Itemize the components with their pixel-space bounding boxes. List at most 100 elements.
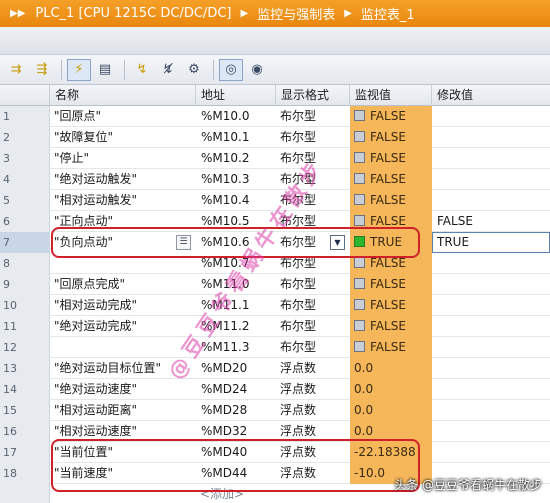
display-format-cell[interactable]: 浮点数	[276, 400, 350, 421]
modify-value-cell[interactable]	[432, 169, 550, 190]
table-row[interactable]: 14 "绝对运动速度" %MD24 浮点数 0.0	[0, 379, 550, 400]
address-cell[interactable]: %MD28	[196, 400, 276, 421]
row-number: 14	[0, 379, 50, 400]
table-row[interactable]: 13 "绝对运动目标位置" %MD20 浮点数 0.0	[0, 358, 550, 379]
column-header-address[interactable]: 地址	[196, 85, 276, 106]
display-format-cell[interactable]: 浮点数	[276, 442, 350, 463]
modify-value-cell[interactable]	[432, 127, 550, 148]
address-cell[interactable]: %MD32	[196, 421, 276, 442]
display-format-cell[interactable]: 布尔型	[276, 316, 350, 337]
table-row[interactable]: 16 "相对运动速度" %MD32 浮点数 0.0	[0, 421, 550, 442]
modify-value-cell[interactable]: FALSE	[432, 211, 550, 232]
tag-name-cell[interactable]	[50, 253, 196, 274]
modify-value-cell[interactable]	[432, 442, 550, 463]
row-number: 10	[0, 295, 50, 316]
address-cell[interactable]: %M10.1	[196, 127, 276, 148]
display-format-cell[interactable]: 布尔型	[276, 337, 350, 358]
breadcrumb-folder[interactable]: 监控与强制表	[257, 4, 335, 23]
modify-value-cell[interactable]	[432, 253, 550, 274]
address-cell[interactable]: %M10.2	[196, 148, 276, 169]
monitor-once-icon[interactable]: ◉	[245, 59, 269, 81]
tag-name-cell[interactable]: "相对运动触发"	[50, 190, 196, 211]
tag-list-icon[interactable]: ☰	[176, 235, 191, 250]
modify-value-cell[interactable]	[432, 358, 550, 379]
modify-value-cell[interactable]	[432, 106, 550, 127]
table-row[interactable]: 15 "相对运动距离" %MD28 浮点数 0.0	[0, 400, 550, 421]
modify-value-cell[interactable]	[432, 379, 550, 400]
display-format-cell[interactable]: 浮点数	[276, 379, 350, 400]
modify-value-cell[interactable]	[432, 190, 550, 211]
modify-now-icon[interactable]: ⚡	[67, 58, 91, 81]
address-cell[interactable]: %MD20	[196, 358, 276, 379]
address-cell[interactable]: %M10.4	[196, 190, 276, 211]
unforce-icon[interactable]: ↯̸	[156, 59, 180, 81]
modify-value-cell[interactable]	[432, 400, 550, 421]
add-row-icon[interactable]: ⇶	[30, 59, 54, 81]
tag-name-cell[interactable]: "绝对运动触发"	[50, 169, 196, 190]
tag-name-cell[interactable]: "故障复位"	[50, 127, 196, 148]
modify-trigger-icon[interactable]: ▤	[93, 59, 117, 81]
display-format-cell[interactable]: 浮点数	[276, 358, 350, 379]
monitor-value-cell: 0.0	[350, 400, 432, 421]
column-header-name[interactable]: 名称	[50, 85, 196, 106]
monitor-value-cell: 0.0	[350, 421, 432, 442]
force-icon[interactable]: ↯	[130, 59, 154, 81]
tag-name-cell[interactable]: "停止"	[50, 148, 196, 169]
stop-force-icon[interactable]: ⚙	[182, 59, 206, 81]
display-format-cell[interactable]: 布尔型	[276, 295, 350, 316]
column-header-monitor[interactable]: 监视值	[350, 85, 432, 106]
table-row[interactable]: 10 "相对运动完成" %M11.1 布尔型 FALSE	[0, 295, 550, 316]
address-cell[interactable]: %M10.0	[196, 106, 276, 127]
modify-value-cell[interactable]	[432, 337, 550, 358]
table-header: 名称 地址 显示格式 监视值 修改值	[0, 85, 550, 106]
display-format-cell[interactable]: 布尔型	[276, 127, 350, 148]
monitor-all-icon[interactable]: ◎	[219, 58, 243, 81]
address-cell[interactable]: %MD44	[196, 463, 276, 484]
format-dropdown-icon[interactable]: ▼	[330, 235, 345, 250]
table-row[interactable]: 4 "绝对运动触发" %M10.3 布尔型 FALSE	[0, 169, 550, 190]
address-cell[interactable]: %MD40	[196, 442, 276, 463]
table-row[interactable]: 2 "故障复位" %M10.1 布尔型 FALSE	[0, 127, 550, 148]
monitor-value-cell: FALSE	[350, 253, 432, 274]
display-format-cell[interactable]: 布尔型	[276, 253, 350, 274]
tag-name-cell[interactable]: "绝对运动速度"	[50, 379, 196, 400]
tag-name-cell[interactable]: "负向点动"	[50, 232, 196, 253]
modify-value-input[interactable]: TRUE	[432, 232, 550, 253]
table-row[interactable]: 11 "绝对运动完成" %M11.2 布尔型 FALSE	[0, 316, 550, 337]
tag-name-cell[interactable]: "相对运动距离"	[50, 400, 196, 421]
table-row[interactable]: 1 "回原点" %M10.0 布尔型 FALSE	[0, 106, 550, 127]
table-row[interactable]: 8 %M10.7 布尔型 FALSE	[0, 253, 550, 274]
display-format-cell[interactable]: 浮点数	[276, 463, 350, 484]
tag-name-cell[interactable]: "回原点完成"	[50, 274, 196, 295]
row-number: 4	[0, 169, 50, 190]
display-format-cell[interactable]: 布尔型	[276, 106, 350, 127]
toolbar-separator	[61, 59, 62, 80]
modify-value-cell[interactable]	[432, 421, 550, 442]
address-cell[interactable]: %M10.3	[196, 169, 276, 190]
breadcrumb-table[interactable]: 监控表_1	[361, 4, 415, 23]
column-header-modify[interactable]: 修改值	[432, 85, 550, 106]
display-format-cell[interactable]: 浮点数	[276, 421, 350, 442]
add-row-label[interactable]: <添加>	[196, 484, 342, 503]
display-format-cell[interactable]: 布尔型	[276, 274, 350, 295]
breadcrumb: ▶▶ PLC_1 [CPU 1215C DC/DC/DC] ▶ 监控与强制表 ▶…	[0, 0, 550, 27]
tag-name-cell[interactable]: "回原点"	[50, 106, 196, 127]
table-row[interactable]: 9 "回原点完成" %M11.0 布尔型 FALSE	[0, 274, 550, 295]
tag-name-cell[interactable]: "当前位置"	[50, 442, 196, 463]
column-header-format[interactable]: 显示格式	[276, 85, 350, 106]
insert-row-icon[interactable]: ⇉	[4, 59, 28, 81]
modify-value-cell[interactable]	[432, 295, 550, 316]
table-row[interactable]: 17 "当前位置" %MD40 浮点数 -22.18388	[0, 442, 550, 463]
modify-value-cell[interactable]	[432, 274, 550, 295]
modify-value-cell[interactable]	[432, 148, 550, 169]
table-row[interactable]: 12 %M11.3 布尔型 FALSE	[0, 337, 550, 358]
table-row[interactable]: 3 "停止" %M10.2 布尔型 FALSE	[0, 148, 550, 169]
tag-name-cell[interactable]: "当前速度"	[50, 463, 196, 484]
modify-value-cell[interactable]	[432, 316, 550, 337]
tag-name-cell[interactable]: "正向点动"	[50, 211, 196, 232]
tag-name-cell[interactable]: "绝对运动完成"	[50, 316, 196, 337]
breadcrumb-device[interactable]: PLC_1 [CPU 1215C DC/DC/DC]	[35, 6, 231, 21]
address-cell[interactable]: %MD24	[196, 379, 276, 400]
tag-name-cell[interactable]: "相对运动速度"	[50, 421, 196, 442]
tag-name-cell[interactable]: "相对运动完成"	[50, 295, 196, 316]
